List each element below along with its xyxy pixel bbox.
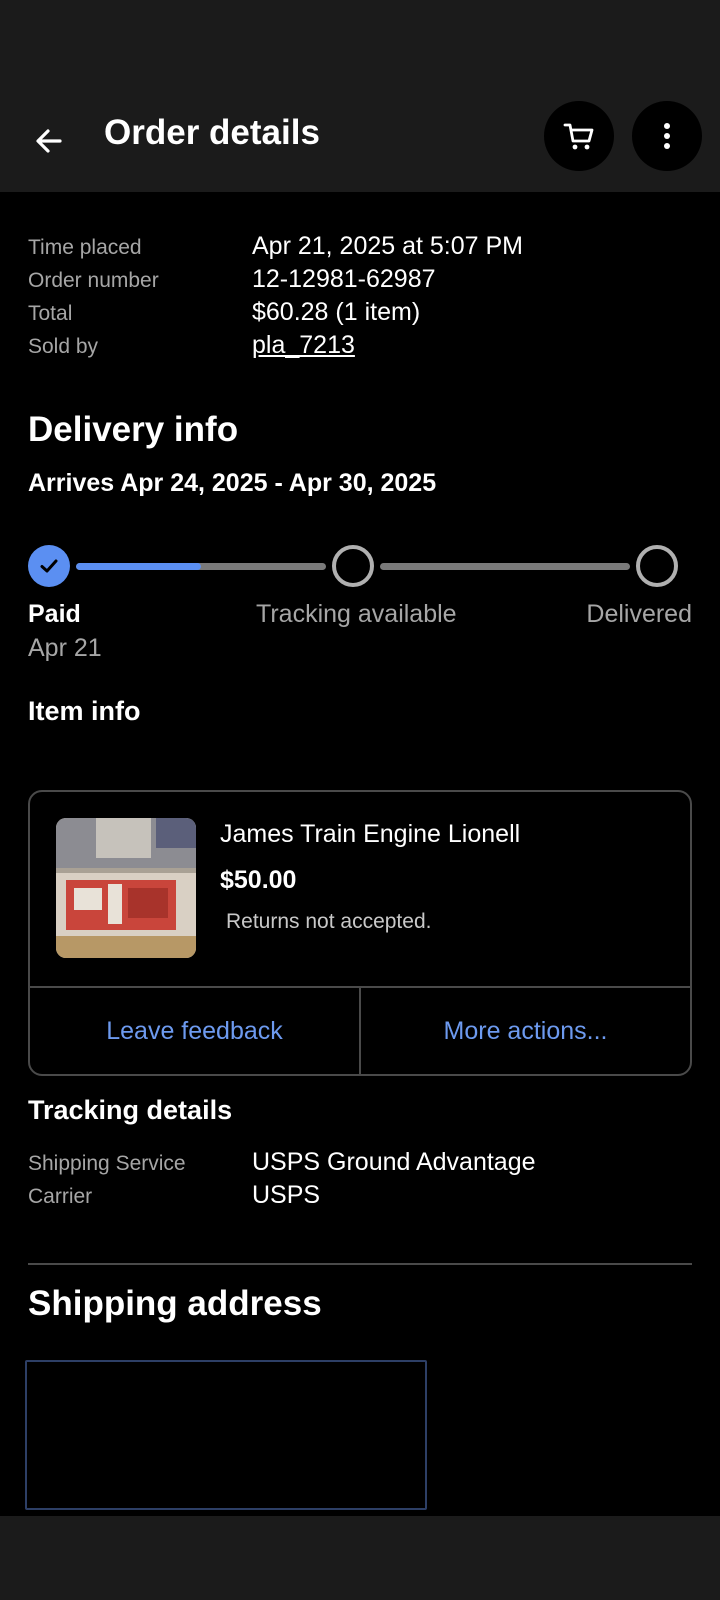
progress-track-2 xyxy=(380,563,630,570)
shipping-address-box[interactable] xyxy=(25,1360,427,1510)
status-bar xyxy=(0,0,720,90)
step-delivered-label: Delivered xyxy=(586,600,692,628)
summary-label: Sold by xyxy=(28,335,99,358)
app-bar: Order details xyxy=(0,90,720,192)
step-paid-indicator xyxy=(28,545,70,587)
system-navigation-bar xyxy=(0,1516,720,1600)
step-delivered-indicator xyxy=(636,545,678,587)
item-title[interactable]: James Train Engine Lionell xyxy=(220,820,520,849)
step-tracking-label: Tracking available xyxy=(256,600,457,628)
cart-button[interactable] xyxy=(544,101,614,171)
item-actions: Leave feedback More actions... xyxy=(30,986,690,1074)
step-paid-date: Apr 21 xyxy=(28,634,102,662)
item-photo xyxy=(56,818,196,958)
progress-fill xyxy=(76,563,201,570)
tracking-label: Shipping Service xyxy=(28,1152,186,1175)
page-title: Order details xyxy=(104,113,320,152)
tracking-label: Carrier xyxy=(28,1185,93,1208)
item-info-heading: Item info xyxy=(28,696,141,726)
tracking-heading: Tracking details xyxy=(28,1095,233,1125)
arrow-left-icon xyxy=(36,129,62,153)
more-actions-button[interactable]: More actions... xyxy=(359,988,690,1074)
step-paid-label: Paid xyxy=(28,600,81,628)
summary-value: 12-12981-62987 xyxy=(252,265,436,293)
order-content: Time placed Apr 21, 2025 at 5:07 PM Orde… xyxy=(0,192,720,1516)
summary-label: Total xyxy=(28,302,73,325)
leave-feedback-button[interactable]: Leave feedback xyxy=(30,988,359,1074)
section-divider xyxy=(28,1263,692,1265)
progress-track-1 xyxy=(76,563,326,570)
item-card: James Train Engine Lionell $50.00 Return… xyxy=(28,790,692,1076)
summary-row-time: Time placed Apr 21, 2025 at 5:07 PM xyxy=(28,232,523,261)
tracking-row-service: Shipping Service USPS Ground Advantage xyxy=(28,1148,536,1177)
more-vertical-icon xyxy=(664,123,670,149)
cart-icon xyxy=(563,123,594,150)
item-returns-policy: Returns not accepted. xyxy=(226,910,432,933)
seller-link[interactable]: pla_7213 xyxy=(252,331,355,360)
back-button[interactable] xyxy=(22,114,76,168)
tracking-value: USPS xyxy=(252,1181,321,1209)
item-price: $50.00 xyxy=(220,866,297,894)
tracking-value: USPS Ground Advantage xyxy=(252,1148,536,1176)
summary-label: Order number xyxy=(28,269,159,292)
more-options-button[interactable] xyxy=(632,101,702,171)
summary-value: $60.28 (1 item) xyxy=(252,298,421,326)
tracking-row-carrier: Carrier USPS xyxy=(28,1181,320,1210)
delivery-progress xyxy=(28,545,692,587)
summary-row-sold-by: Sold by pla_7213 xyxy=(28,331,355,360)
item-thumbnail[interactable] xyxy=(56,818,196,958)
delivery-heading: Delivery info xyxy=(28,410,239,449)
summary-row-order-number: Order number 12-12981-62987 xyxy=(28,265,436,294)
shipping-address-heading: Shipping address xyxy=(28,1284,322,1323)
summary-label: Time placed xyxy=(28,236,142,259)
summary-value: Apr 21, 2025 at 5:07 PM xyxy=(252,232,524,260)
step-tracking-indicator xyxy=(332,545,374,587)
arrival-estimate: Arrives Apr 24, 2025 - Apr 30, 2025 xyxy=(28,469,437,497)
check-icon xyxy=(40,559,58,573)
summary-row-total: Total $60.28 (1 item) xyxy=(28,298,420,327)
